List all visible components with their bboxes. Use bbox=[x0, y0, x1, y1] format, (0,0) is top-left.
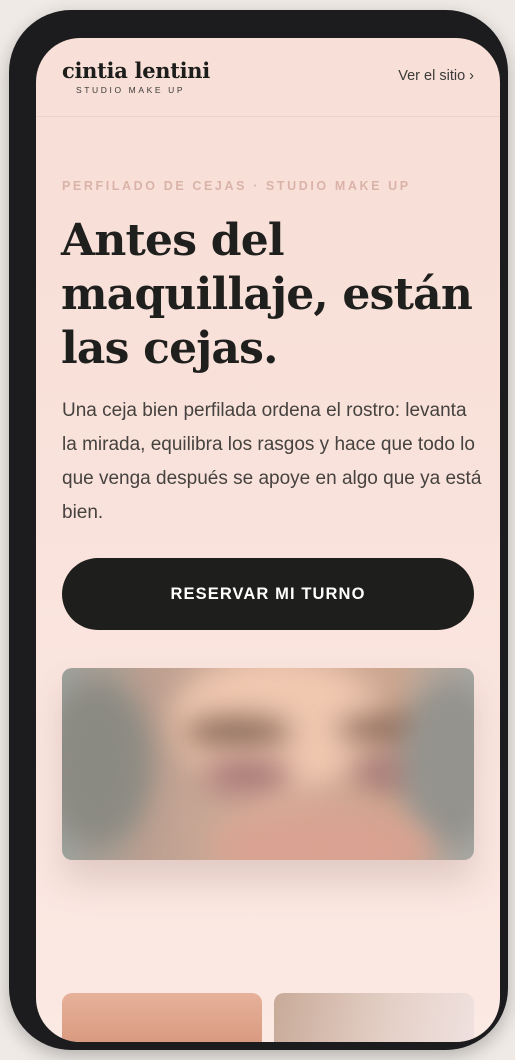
hero-photo bbox=[62, 668, 474, 860]
hero-description: Una ceja bien perfilada ordena el rostro… bbox=[62, 400, 482, 523]
photo-right-hair bbox=[402, 678, 474, 848]
brand-tagline: STUDIO MAKE UP bbox=[76, 85, 186, 95]
photo-left-hair bbox=[62, 678, 152, 848]
top-bar: cintia lentini STUDIO MAKE UP Ver el sit… bbox=[36, 38, 500, 117]
gallery-thumbnail[interactable] bbox=[62, 993, 262, 1042]
hero-headline: Antes del maquillaje, están las cejas. bbox=[61, 215, 473, 374]
eyebrow-label: PERFILADO DE CEJAS · STUDIO MAKE UP bbox=[62, 179, 411, 193]
view-site-link[interactable]: Ver el sitio › bbox=[398, 68, 474, 84]
photo-cheek bbox=[212, 808, 432, 860]
photo-left-brow bbox=[182, 716, 292, 748]
screen: cintia lentini STUDIO MAKE UP Ver el sit… bbox=[36, 38, 500, 1042]
phone-frame: cintia lentini STUDIO MAKE UP Ver el sit… bbox=[9, 10, 508, 1050]
brand-logo[interactable]: cintia lentini bbox=[62, 58, 210, 83]
photo-left-eye bbox=[202, 756, 292, 796]
gallery-thumbnail[interactable] bbox=[274, 993, 474, 1042]
book-appointment-button[interactable]: RESERVAR MI TURNO bbox=[62, 558, 474, 630]
